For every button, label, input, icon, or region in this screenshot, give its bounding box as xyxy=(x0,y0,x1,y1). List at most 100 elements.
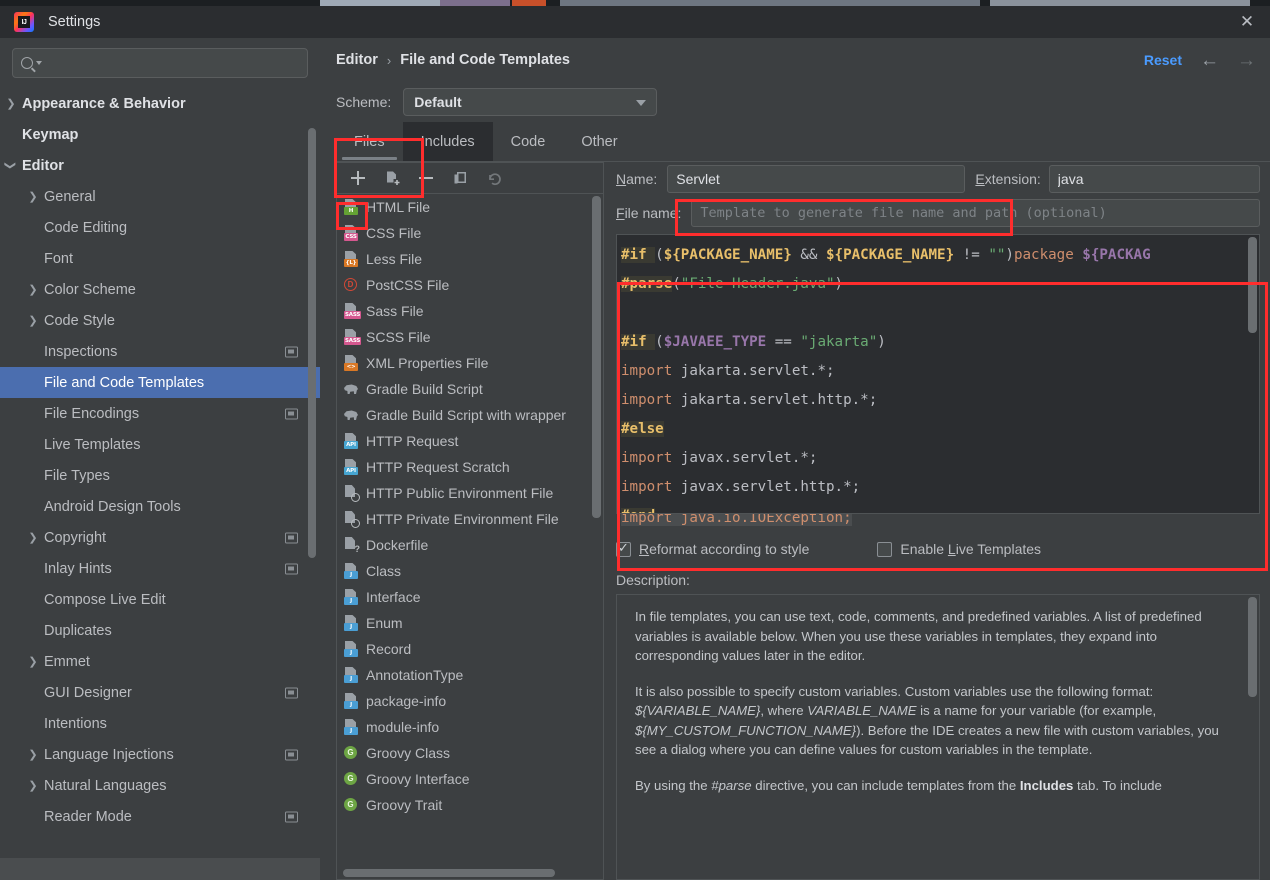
template-list-item[interactable]: J Enum xyxy=(337,610,603,636)
scheme-select[interactable]: Default xyxy=(403,88,658,116)
remove-template-button[interactable] xyxy=(409,165,443,192)
template-list-item[interactable]: J Record xyxy=(337,636,603,662)
sidebar-item-font[interactable]: Font xyxy=(0,243,320,274)
chevron-down-icon[interactable]: ❯ xyxy=(0,159,22,172)
file-name-input[interactable] xyxy=(691,199,1260,227)
reformat-label[interactable]: Reformat according to style xyxy=(639,541,809,557)
template-list-item[interactable]: D PostCSS File xyxy=(337,272,603,298)
template-list-item[interactable]: J AnnotationType xyxy=(337,662,603,688)
tab-code[interactable]: Code xyxy=(493,122,564,162)
template-list-item[interactable]: SASS SCSS File xyxy=(337,324,603,350)
name-input[interactable] xyxy=(667,165,966,193)
sidebar-item-appearance-behavior[interactable]: ❯ Appearance & Behavior xyxy=(0,88,320,119)
search-input[interactable] xyxy=(46,55,299,71)
sidebar-item-compose-live-edit[interactable]: Compose Live Edit xyxy=(0,584,320,615)
template-list-item[interactable]: API HTTP Request Scratch xyxy=(337,454,603,480)
groovy-icon: G xyxy=(343,771,359,787)
sidebar-item-reader-mode[interactable]: Reader Mode xyxy=(0,801,320,832)
sidebar-item-inlay-hints[interactable]: Inlay Hints xyxy=(0,553,320,584)
template-list[interactable]: H HTML File CSS CSS File {L} Less File D PostCS… xyxy=(336,193,604,880)
sidebar-item-copyright[interactable]: ❯ Copyright xyxy=(0,522,320,553)
sidebar-item-live-templates[interactable]: Live Templates xyxy=(0,429,320,460)
template-list-item[interactable]: SASS Sass File xyxy=(337,298,603,324)
sidebar-item-file-and-code-templates[interactable]: File and Code Templates xyxy=(0,367,320,398)
chevron-right-icon[interactable]: ❯ xyxy=(22,283,44,296)
template-list-item[interactable]: HTTP Private Environment File xyxy=(337,506,603,532)
template-list-item[interactable]: Gradle Build Script with wrapper xyxy=(337,402,603,428)
search-box[interactable] xyxy=(12,48,308,78)
breadcrumb-editor[interactable]: Editor xyxy=(336,52,378,68)
sidebar-item-general[interactable]: ❯ General xyxy=(0,181,320,212)
add-template-button[interactable] xyxy=(341,165,375,192)
template-list-item[interactable]: <> XML Properties File xyxy=(337,350,603,376)
search-dropdown-icon[interactable] xyxy=(36,61,42,65)
chevron-right-icon[interactable]: ❯ xyxy=(22,314,44,327)
sidebar-item-intentions[interactable]: Intentions xyxy=(0,708,320,739)
template-list-item[interactable]: H HTML File xyxy=(337,194,603,220)
name-row: Name: Extension: xyxy=(616,162,1260,196)
template-list-horizontal-scrollbar[interactable] xyxy=(343,869,555,877)
sidebar-item-code-editing[interactable]: Code Editing xyxy=(0,212,320,243)
copy-template-button[interactable] xyxy=(375,165,409,192)
back-arrow-icon[interactable]: ← xyxy=(1200,51,1219,70)
tab-files[interactable]: Files xyxy=(336,122,403,162)
template-list-item[interactable]: ? Dockerfile xyxy=(337,532,603,558)
template-list-item[interactable]: Jpackage-info xyxy=(337,688,603,714)
code-token: ) xyxy=(877,334,886,350)
description-paragraph: In file templates, you can use text, cod… xyxy=(635,607,1237,666)
live-templates-label[interactable]: Enable Live Templates xyxy=(900,541,1041,557)
template-list-item[interactable]: Jmodule-info xyxy=(337,714,603,740)
template-code-editor[interactable]: #if (${PACKAGE_NAME} && ${PACKAGE_NAME} … xyxy=(616,234,1260,514)
reset-template-button[interactable] xyxy=(477,165,511,192)
sidebar-item-gui-designer[interactable]: GUI Designer xyxy=(0,677,320,708)
description-box[interactable]: In file templates, you can use text, cod… xyxy=(616,594,1260,880)
template-list-item[interactable]: G Groovy Trait xyxy=(337,792,603,818)
sidebar-item-duplicates[interactable]: Duplicates xyxy=(0,615,320,646)
sidebar-item-inspections[interactable]: Inspections xyxy=(0,336,320,367)
close-icon[interactable]: ✕ xyxy=(1224,6,1270,38)
code-editor-scrollbar[interactable] xyxy=(1248,237,1257,333)
tab-other[interactable]: Other xyxy=(563,122,635,162)
reset-button[interactable]: Reset xyxy=(1144,52,1182,68)
sidebar-scrollbar[interactable] xyxy=(308,128,316,558)
template-list-item[interactable]: G Groovy Interface xyxy=(337,766,603,792)
clone-template-button[interactable] xyxy=(443,165,477,192)
live-templates-checkbox[interactable] xyxy=(877,541,893,557)
sidebar-item-label: Reader Mode xyxy=(44,808,132,825)
extension-input[interactable] xyxy=(1048,165,1260,193)
template-list-item[interactable]: HTTP Public Environment File xyxy=(337,480,603,506)
reformat-checkbox[interactable] xyxy=(616,540,631,557)
sidebar-item-android-design-tools[interactable]: Android Design Tools xyxy=(0,491,320,522)
chevron-right-icon[interactable]: ❯ xyxy=(22,655,44,668)
template-list-item[interactable]: Gradle Build Script xyxy=(337,376,603,402)
sidebar-item-natural-languages[interactable]: ❯ Natural Languages xyxy=(0,770,320,801)
chevron-right-icon[interactable]: ❯ xyxy=(0,97,22,110)
template-list-item[interactable]: J Interface xyxy=(337,584,603,610)
template-list-item[interactable]: G Groovy Class xyxy=(337,740,603,766)
template-list-item[interactable]: {L} Less File xyxy=(337,246,603,272)
sidebar-item-language-injections[interactable]: ❯ Language Injections xyxy=(0,739,320,770)
template-list-item[interactable]: J Class xyxy=(337,558,603,584)
sidebar-item-file-encodings[interactable]: File Encodings xyxy=(0,398,320,429)
tab-label: Files xyxy=(354,134,385,150)
template-list-item[interactable]: API HTTP Request xyxy=(337,428,603,454)
sidebar-item-code-style[interactable]: ❯ Code Style xyxy=(0,305,320,336)
sidebar-item-keymap[interactable]: Keymap xyxy=(0,119,320,150)
chevron-right-icon[interactable]: ❯ xyxy=(22,748,44,761)
sidebar-item-file-types[interactable]: File Types xyxy=(0,460,320,491)
chevron-right-icon[interactable]: ❯ xyxy=(22,531,44,544)
template-list-item[interactable]: CSS CSS File xyxy=(337,220,603,246)
forward-arrow-icon[interactable]: → xyxy=(1237,51,1256,70)
sidebar-item-color-scheme[interactable]: ❯ Color Scheme xyxy=(0,274,320,305)
template-list-vertical-scrollbar[interactable] xyxy=(592,196,601,518)
sidebar-item-editor[interactable]: ❯ Editor xyxy=(0,150,320,181)
tab-includes[interactable]: Includes xyxy=(402,122,493,162)
code-line: import jakarta.servlet.http.*; xyxy=(621,386,1259,415)
code-editor-clipped-line: import java.io.IOException; xyxy=(616,514,1260,528)
chevron-right-icon[interactable]: ❯ xyxy=(22,190,44,203)
description-scrollbar[interactable] xyxy=(1248,597,1257,697)
extension-label: Extension: xyxy=(975,171,1041,187)
sidebar-item-emmet[interactable]: ❯ Emmet xyxy=(0,646,320,677)
chevron-right-icon[interactable]: ❯ xyxy=(22,779,44,792)
code-token: jakarta.servlet.http.*; xyxy=(680,392,878,408)
